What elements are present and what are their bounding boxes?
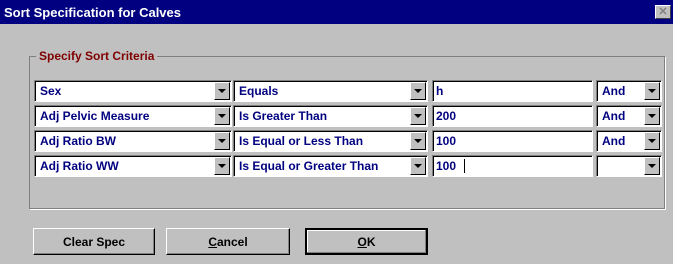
chevron-down-icon[interactable] — [410, 157, 426, 175]
chevron-down-icon[interactable] — [410, 132, 426, 150]
value-text: 100 — [436, 134, 457, 148]
cancel-label: ancel — [216, 235, 248, 249]
chevron-down-icon[interactable] — [214, 132, 230, 150]
field-select-row-1[interactable]: Sex — [34, 80, 232, 102]
chevron-down-icon[interactable] — [214, 157, 230, 175]
connector-select-row-2[interactable]: And — [596, 105, 662, 127]
chevron-down-icon[interactable] — [214, 107, 230, 125]
value-input-row-1[interactable]: h — [432, 80, 593, 102]
chevron-down-icon[interactable] — [644, 82, 660, 100]
field-value: Sex — [40, 84, 62, 98]
value-text: h — [436, 84, 444, 98]
connector-select-row-1[interactable]: And — [596, 80, 662, 102]
chevron-down-icon[interactable] — [214, 82, 230, 100]
value-text: 200 — [436, 109, 457, 123]
group-legend: Specify Sort Criteria — [36, 49, 158, 63]
value-input-row-2[interactable]: 200 — [432, 105, 593, 127]
field-value: Adj Ratio BW — [40, 134, 116, 148]
cancel-mnemonic: C — [208, 235, 217, 249]
operator-value: Equals — [239, 84, 279, 98]
operator-value: Is Equal or Less Than — [239, 134, 364, 148]
close-icon[interactable]: ✕ — [655, 5, 671, 19]
connector-select-row-3[interactable]: And — [596, 130, 662, 152]
operator-select-row-1[interactable]: Equals — [233, 80, 428, 102]
chevron-down-icon[interactable] — [410, 82, 426, 100]
connector-value: And — [602, 134, 626, 148]
text-caret — [464, 159, 465, 173]
ok-mnemonic: O — [357, 235, 367, 249]
field-select-row-3[interactable]: Adj Ratio BW — [34, 130, 232, 152]
field-value: Adj Pelvic Measure — [40, 109, 150, 123]
ok-label: K — [366, 235, 376, 249]
value-input-row-3[interactable]: 100 — [432, 130, 593, 152]
operator-value: Is Equal or Greater Than — [239, 159, 379, 173]
connector-value: And — [602, 84, 626, 98]
value-input-row-4[interactable]: 100 — [432, 155, 593, 177]
window-title: Sort Specification for Calves — [4, 5, 181, 20]
clear-spec-label: Clear Spec — [62, 235, 126, 249]
clear-spec-button[interactable]: Clear Spec — [33, 228, 155, 255]
chevron-down-icon[interactable] — [644, 107, 660, 125]
field-value: Adj Ratio WW — [40, 159, 119, 173]
title-bar: Sort Specification for Calves — [0, 0, 673, 24]
connector-value: And — [602, 109, 626, 123]
connector-select-row-4[interactable] — [596, 155, 662, 177]
operator-select-row-3[interactable]: Is Equal or Less Than — [233, 130, 428, 152]
field-select-row-4[interactable]: Adj Ratio WW — [34, 155, 232, 177]
cancel-button[interactable]: Cancel — [166, 228, 290, 255]
operator-select-row-2[interactable]: Is Greater Than — [233, 105, 428, 127]
value-text: 100 — [436, 159, 457, 173]
ok-button[interactable]: OK — [305, 228, 428, 255]
chevron-down-icon[interactable] — [644, 157, 660, 175]
field-select-row-2[interactable]: Adj Pelvic Measure — [34, 105, 232, 127]
chevron-down-icon[interactable] — [410, 107, 426, 125]
chevron-down-icon[interactable] — [644, 132, 660, 150]
operator-select-row-4[interactable]: Is Equal or Greater Than — [233, 155, 428, 177]
operator-value: Is Greater Than — [239, 109, 328, 123]
